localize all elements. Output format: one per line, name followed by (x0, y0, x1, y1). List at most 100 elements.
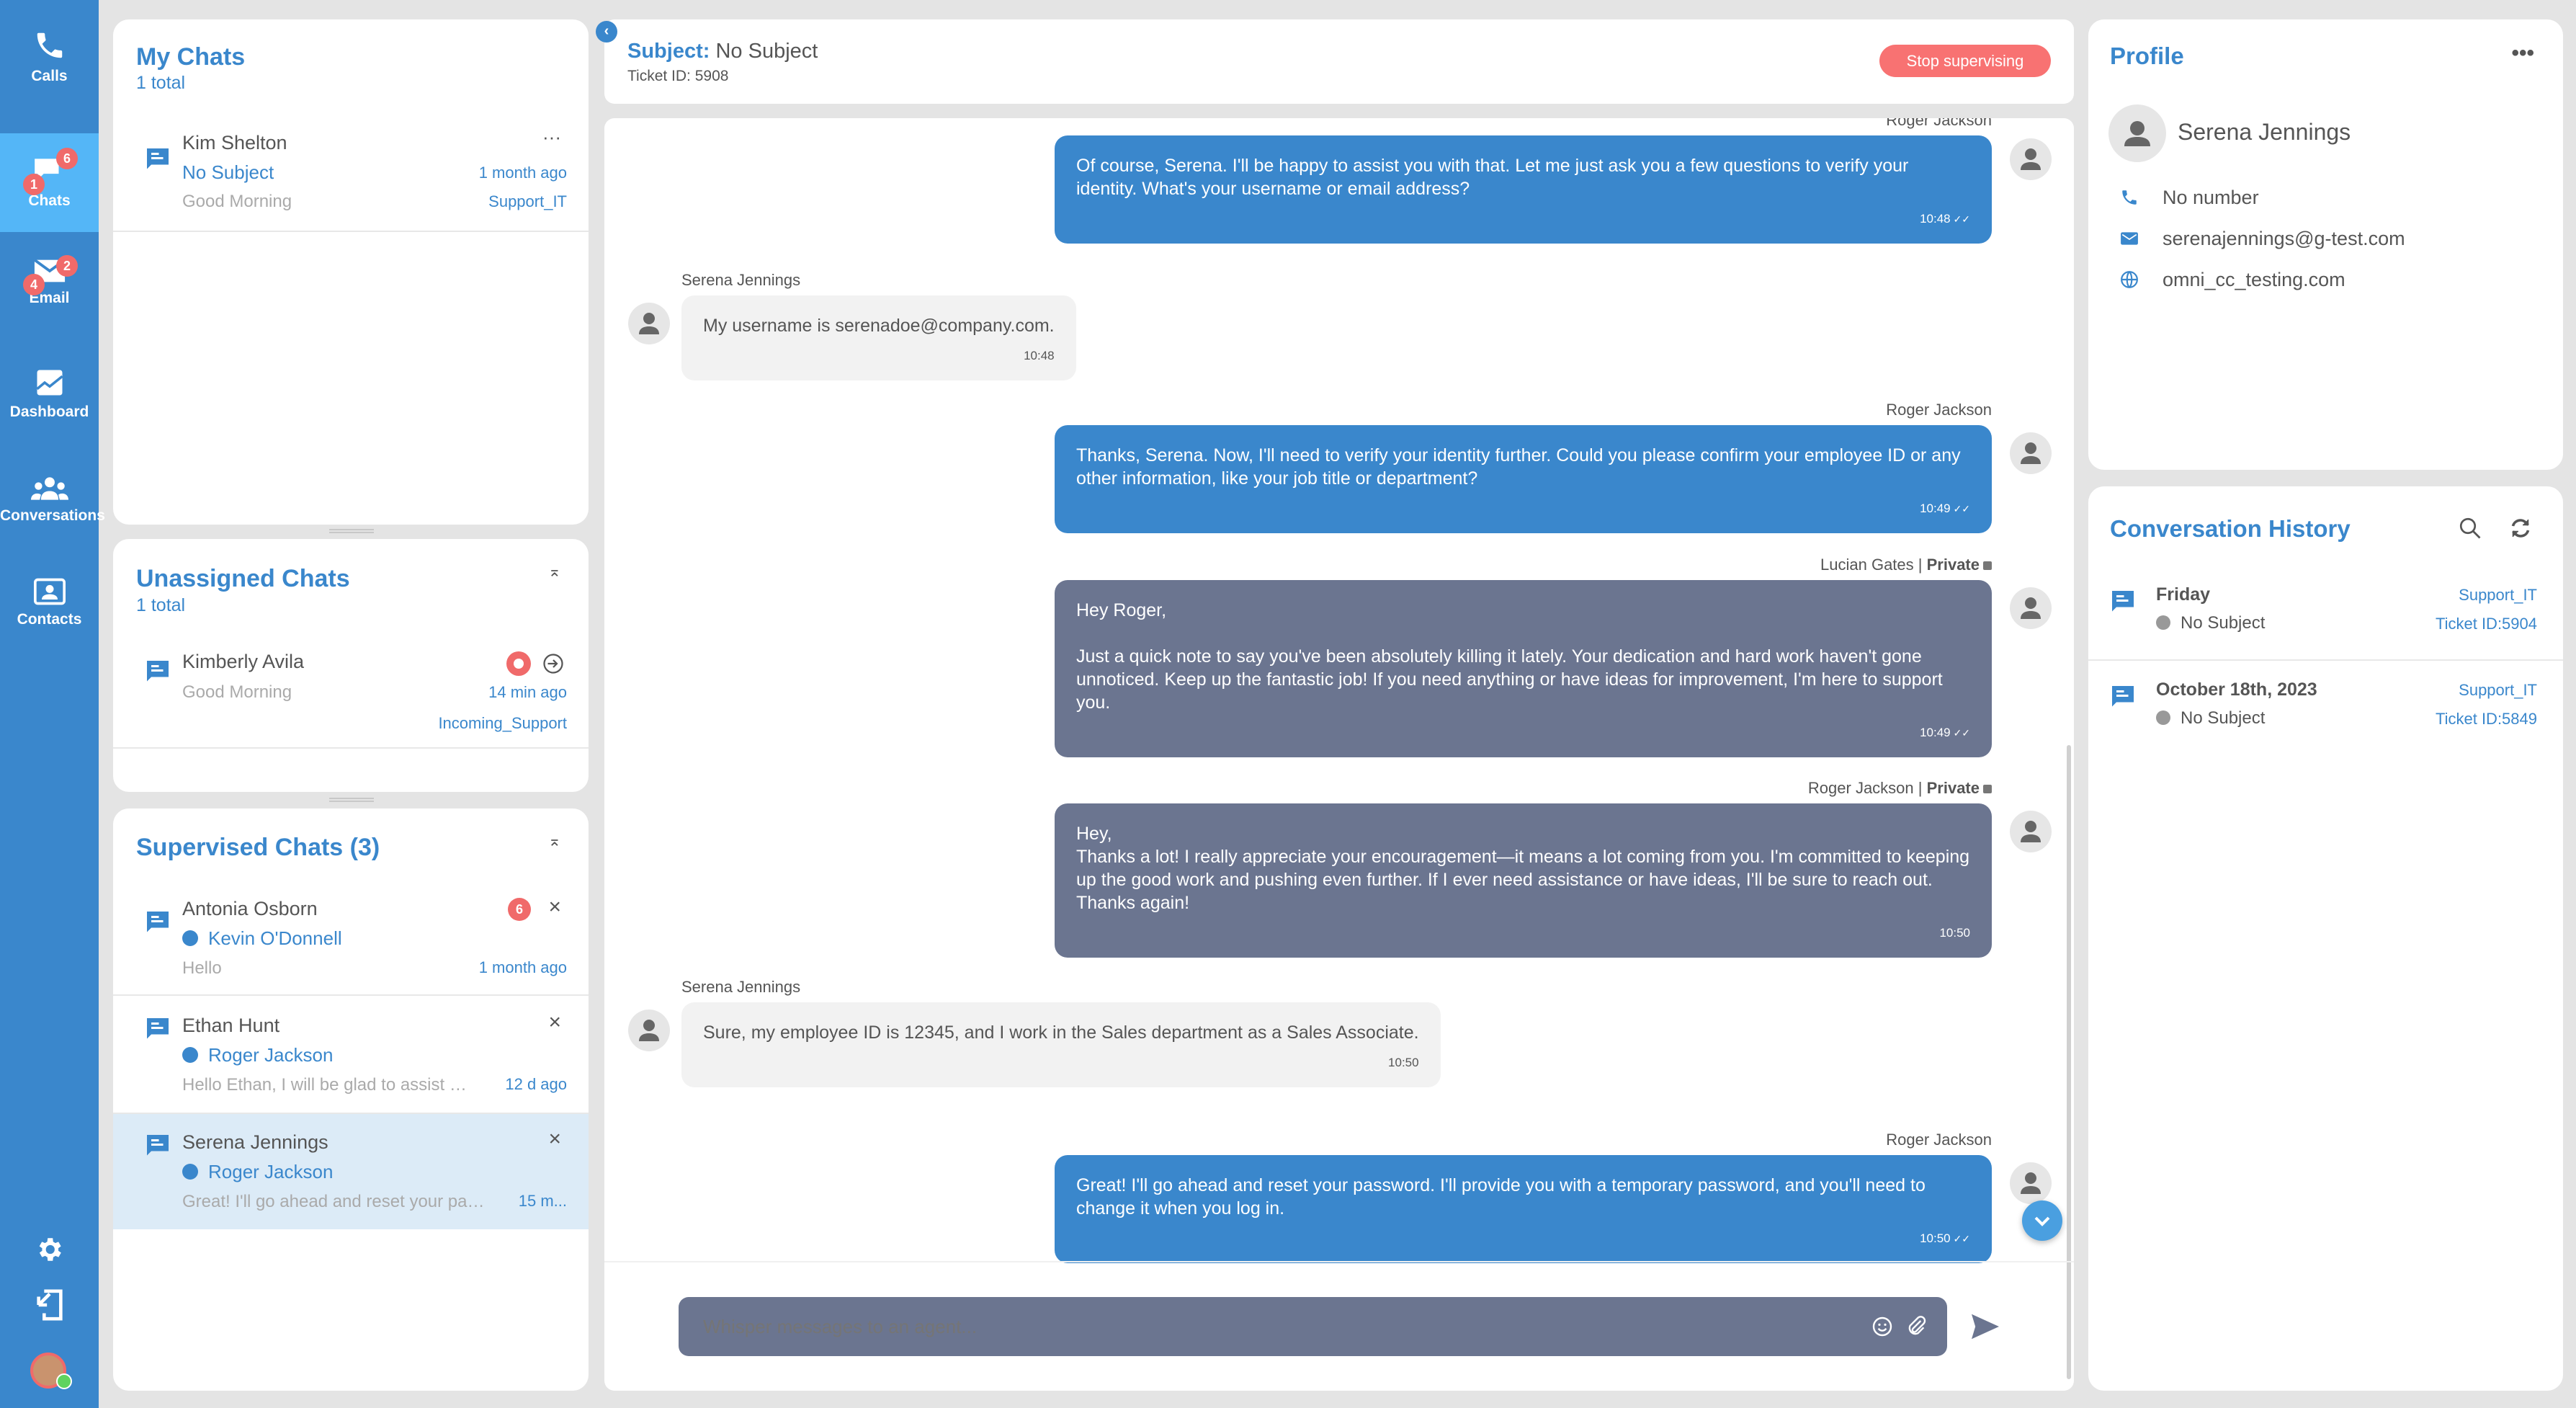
chat-bubble-icon (2112, 686, 2134, 707)
supervised-chat-item-selected[interactable]: Serena Jennings Roger Jackson Great! I'l… (113, 1114, 589, 1229)
close-icon[interactable]: × (548, 1127, 561, 1151)
globe-icon (2121, 271, 2138, 288)
nav-calls[interactable]: Calls (0, 29, 99, 130)
nav-dashboard[interactable]: Dashboard (0, 367, 99, 468)
chat-bubble-icon (147, 912, 169, 932)
resize-handle[interactable] (329, 529, 374, 533)
message-time: 10:49 ✓✓ (1920, 502, 1970, 515)
chat-bubble-icon (2112, 591, 2134, 612)
lock-icon (1983, 785, 1992, 793)
chat-list-item[interactable]: Kimberly Avila Good Morning 14 min ago I… (113, 647, 589, 748)
supervised-chat-item[interactable]: Ethan Hunt Roger Jackson Hello Ethan, I … (113, 996, 589, 1113)
unassigned-chats-panel: Unassigned Chats 1 total ⌅ Kimberly Avil… (113, 539, 589, 792)
ticket-id: Ticket ID: 5908 (627, 68, 729, 84)
customer-message: Serena Jennings My username is serenadoe@… (681, 271, 1076, 380)
my-chats-title: My Chats (136, 43, 246, 71)
message-bubble: Of course, Serena. I'll be happy to assi… (1055, 135, 1992, 244)
message-text: My username is serenadoe@company.com. (703, 316, 1055, 336)
history-title: Conversation History (2110, 515, 2351, 542)
stop-supervising-button[interactable]: Stop supervising (1879, 45, 2051, 77)
supervised-chats-panel: Supervised Chats (3) ⌅ Antonia Osborn Ke… (113, 808, 589, 1391)
profile-website[interactable]: omni_cc_testing.com (2163, 269, 2345, 291)
person-icon (639, 1020, 659, 1041)
status-icon (2156, 615, 2170, 630)
chats-badge-top: 6 (56, 148, 78, 169)
collapse-icon[interactable]: ⌅ (548, 562, 561, 581)
chat-bubble-icon (147, 148, 169, 169)
accept-chat-icon[interactable] (542, 653, 564, 674)
message-bubble: Thanks, Serena. Now, I'll need to verify… (1055, 425, 1992, 533)
agent-icon (182, 1164, 198, 1180)
collapse-left-icon[interactable]: ‹ (596, 21, 617, 43)
headset-agent-icon (2021, 442, 2041, 464)
agent-icon (182, 930, 198, 946)
record-indicator-icon (506, 651, 531, 676)
profile-phone: No number (2163, 187, 2259, 208)
profile-name: Serena Jennings (2178, 119, 2351, 145)
nav-chats[interactable]: 6 1 Chats (0, 133, 99, 232)
message-time: 10:49 ✓✓ (1920, 726, 1970, 739)
customer-avatar (628, 1010, 670, 1051)
message-text: Great! I'll go ahead and reset your pass… (1076, 1175, 1926, 1218)
status-icon (2156, 710, 2170, 725)
messages-panel: Roger Jackson Of course, Serena. I'll be … (604, 118, 2074, 1391)
search-icon[interactable] (2457, 515, 2483, 541)
close-icon[interactable]: × (548, 1010, 561, 1035)
more-options-icon[interactable]: ••• (2511, 41, 2534, 66)
history-item[interactable]: Friday No Subject Support_IT Ticket ID:5… (2088, 582, 2563, 659)
divider (2088, 659, 2563, 661)
scrollbar[interactable] (2067, 745, 2071, 1379)
whisper-input[interactable] (679, 1297, 1831, 1356)
chat-list-item[interactable]: Kim Shelton No Subject Good Morning ··· … (113, 120, 589, 232)
customer-message: Serena Jennings Sure, my employee ID is 1… (681, 978, 1441, 1087)
logout-icon[interactable] (35, 1288, 64, 1322)
supervised-title: Supervised Chats (3) (136, 834, 380, 861)
private-note: Lucian Gates | Private Hey Roger, Just a … (1055, 556, 1992, 757)
chevron-down-icon (2034, 1216, 2050, 1226)
message-text: Hey Roger, Just a quick note to say you'… (1076, 600, 1943, 713)
close-icon[interactable]: × (548, 895, 561, 919)
emoji-icon[interactable] (1871, 1315, 1894, 1338)
profile-avatar (2108, 104, 2166, 162)
agent-avatar (2010, 432, 2052, 474)
agent-avatar (2010, 587, 2052, 629)
message-sender: Roger Jackson (1886, 1131, 1992, 1149)
refresh-icon[interactable] (2508, 515, 2533, 541)
supervised-chat-item[interactable]: Antonia Osborn Kevin O'Donnell Hello 6 ×… (113, 889, 589, 994)
agent-avatar (2010, 1162, 2052, 1204)
unassigned-title: Unassigned Chats (136, 565, 350, 592)
chats-badge-bottom: 1 (23, 174, 45, 195)
message-bubble: My username is serenadoe@company.com. 10:… (681, 295, 1076, 380)
headset-agent-icon (2021, 1172, 2041, 1194)
send-icon[interactable] (1970, 1313, 2000, 1340)
conversation-history-panel: Conversation History Friday No Subject S… (2088, 486, 2563, 1391)
phone-icon (2122, 190, 2137, 205)
chat-bubble-icon (147, 661, 169, 682)
whisper-input-box[interactable] (679, 1297, 1947, 1356)
collapse-icon[interactable]: ⌅ (548, 832, 561, 850)
private-label: Private (1926, 779, 1980, 797)
agent-message: Roger Jackson Of course, Serena. I'll be … (1055, 118, 1992, 244)
message-time: 10:50 (1388, 1056, 1419, 1069)
more-options-icon[interactable]: ··· (542, 126, 561, 148)
nav-conversations[interactable]: Conversations (0, 476, 105, 576)
my-chats-panel: My Chats 1 total Kim Shelton No Subject … (113, 19, 589, 525)
scroll-down-button[interactable] (2022, 1200, 2062, 1241)
divider (604, 1261, 2074, 1262)
history-item[interactable]: October 18th, 2023 No Subject Support_IT… (2088, 677, 2563, 754)
message-time: 10:50 (1939, 926, 1970, 940)
chat-header: Subject: No Subject Ticket ID: 5908 Stop… (604, 19, 2074, 104)
contact-card-icon (33, 578, 66, 605)
nav-contacts[interactable]: Contacts (0, 578, 99, 679)
gear-icon[interactable] (34, 1234, 64, 1265)
email-badge-top: 2 (56, 255, 78, 277)
nav-email[interactable]: 2 4 Email (0, 255, 99, 359)
message-text: Hey, Thanks a lot! I really appreciate y… (1076, 824, 1970, 913)
attachment-icon[interactable] (1905, 1314, 1928, 1339)
message-sender: Roger Jackson | Private (1055, 779, 1992, 797)
resize-handle[interactable] (329, 798, 374, 802)
profile-title: Profile (2110, 43, 2184, 69)
divider (113, 231, 589, 232)
profile-email[interactable]: serenajennings@g-test.com (2163, 228, 2405, 250)
message-time: 10:48 (1024, 349, 1055, 362)
